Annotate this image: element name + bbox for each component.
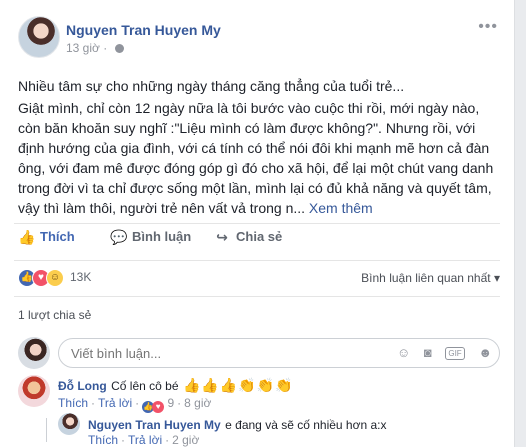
thumbs-up-icon: 👍 — [18, 229, 36, 245]
reply-links: Thích · Trả lời · 2 giờ — [88, 433, 200, 447]
chevron-down-icon: ▾ — [493, 271, 500, 285]
commenter-avatar[interactable] — [18, 375, 50, 407]
comment-time[interactable]: 8 giờ — [184, 396, 211, 410]
see-more-link[interactable]: Xem thêm — [309, 200, 373, 216]
love-reaction-icon: ♥ — [152, 401, 165, 413]
share-button[interactable]: ↪ Chia sẻ — [214, 229, 282, 246]
post-card: Nguyen Tran Huyen My 13 giờ · ••• Nhiều … — [0, 0, 515, 447]
gif-icon[interactable]: GIF — [445, 347, 465, 360]
reply-like-link[interactable]: Thích — [88, 433, 118, 447]
reply-comment: Nguyen Tran Huyen My e đang và sẽ cố nhi… — [58, 413, 508, 447]
emoji-icon[interactable]: ☺ — [397, 345, 410, 360]
commenter-name[interactable]: Đỗ Long — [58, 379, 107, 393]
comment-icon: 💬 — [110, 229, 128, 245]
post-status: Nhiều tâm sự cho những ngày tháng căng t… — [18, 78, 405, 94]
post-body: Giật mình, chỉ còn 12 ngày nữa là tôi bư… — [18, 98, 500, 218]
post-meta: 13 giờ · — [66, 41, 124, 55]
thumbs-emoji: 👍👍👍👏👏👏 — [182, 377, 294, 393]
comment-text: Cố lên cô bé — [111, 379, 179, 393]
user-avatar[interactable] — [18, 337, 50, 369]
comment-composer: ☺ ◙ GIF ☻ — [18, 337, 502, 369]
haha-reaction-icon: ☺ — [46, 269, 64, 287]
divider — [14, 296, 500, 297]
comment-sort-dropdown[interactable]: Bình luận liên quan nhất ▾ — [361, 271, 500, 285]
like-button[interactable]: 👍 Thích — [18, 229, 75, 246]
author-avatar[interactable] — [18, 16, 60, 58]
divider — [14, 260, 500, 261]
sticker-icon[interactable]: ☻ — [478, 345, 492, 360]
share-icon: ↪ — [216, 229, 228, 245]
camera-icon[interactable]: ◙ — [424, 345, 432, 360]
composer-icons: ☺ ◙ GIF ☻ — [387, 345, 492, 360]
reply-thread-line — [46, 418, 47, 442]
comment-like-link[interactable]: Thích — [58, 396, 88, 410]
replier-avatar[interactable] — [58, 413, 80, 435]
reaction-count: 13K — [70, 270, 92, 284]
comment-reply-link[interactable]: Trả lời — [98, 396, 132, 410]
post-body-text: Giật mình, chỉ còn 12 ngày nữa là tôi bư… — [18, 100, 494, 216]
reply-reply-link[interactable]: Trả lời — [128, 433, 162, 447]
more-icon[interactable]: ••• — [478, 18, 498, 36]
reply-text: e đang và sẽ cố nhiều hơn a:x — [225, 418, 387, 432]
share-count[interactable]: 1 lượt chia sẻ — [18, 308, 91, 322]
comment-button[interactable]: 💬 Bình luận — [110, 229, 191, 246]
divider — [14, 223, 500, 224]
author-name[interactable]: Nguyen Tran Huyen My — [66, 22, 221, 38]
post-time[interactable]: 13 giờ — [66, 41, 100, 55]
globe-icon — [114, 44, 124, 53]
comment-links: Thích · Trả lời · 👍 ♥ 9 · 8 giờ — [58, 396, 212, 413]
reply-time[interactable]: 2 giờ — [172, 433, 199, 447]
replier-name[interactable]: Nguyen Tran Huyen My — [88, 418, 221, 432]
comment: Đỗ Long Cố lên cô bé 👍👍👍👏👏👏 Thích · Trả lờ… — [18, 375, 508, 413]
